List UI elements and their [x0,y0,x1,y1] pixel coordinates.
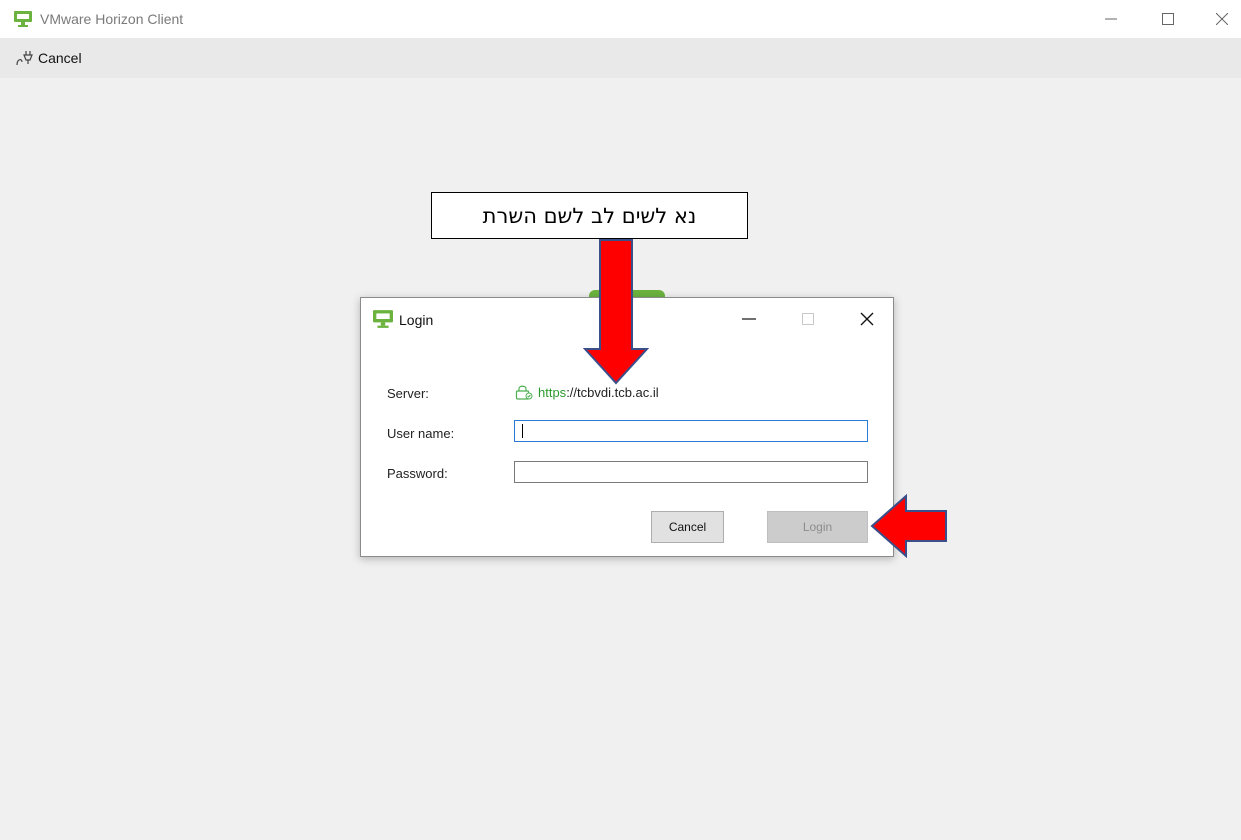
maximize-icon [1162,13,1174,25]
horizon-monitor-icon [373,310,393,328]
secure-lock-icon [515,385,533,400]
dialog-maximize-button[interactable] [793,306,823,332]
title-bar: VMware Horizon Client [0,0,1241,38]
dialog-close-button[interactable] [852,306,882,332]
toolbar-cancel-button[interactable]: Cancel [16,48,82,68]
server-scheme: https [538,384,567,400]
login-button[interactable]: Login [767,511,868,543]
password-label: Password: [387,466,448,481]
password-input[interactable] [514,461,868,483]
red-arrow-down-icon [583,239,649,385]
toolbar-cancel-label: Cancel [38,50,82,66]
close-icon [1216,13,1228,25]
annotation-callout: נא לשים לב לשם השרת [431,192,748,239]
minimize-icon [1105,18,1117,20]
maximize-icon [802,313,814,325]
server-host: ://tcbvdi.tcb.ac.il [566,384,659,400]
username-label: User name: [387,426,455,441]
username-input[interactable] [514,420,868,442]
red-arrow-left-icon [870,494,947,558]
server-value: https://tcbvdi.tcb.ac.il [514,384,659,400]
horizon-monitor-icon [14,11,32,27]
close-icon [860,312,874,326]
minimize-button[interactable] [1093,6,1129,32]
app-window: VMware Horizon Client Cancel Login Serve… [0,0,1241,840]
disconnect-plug-icon [16,51,33,66]
cancel-button[interactable]: Cancel [651,511,724,543]
server-label: Server: [387,386,429,401]
text-caret [522,424,523,438]
maximize-button[interactable] [1150,6,1186,32]
toolbar: Cancel [0,38,1241,78]
minimize-icon [742,318,756,320]
dialog-title: Login [399,312,434,328]
window-title: VMware Horizon Client [40,11,184,27]
close-button[interactable] [1204,6,1240,32]
dialog-minimize-button[interactable] [734,306,764,332]
